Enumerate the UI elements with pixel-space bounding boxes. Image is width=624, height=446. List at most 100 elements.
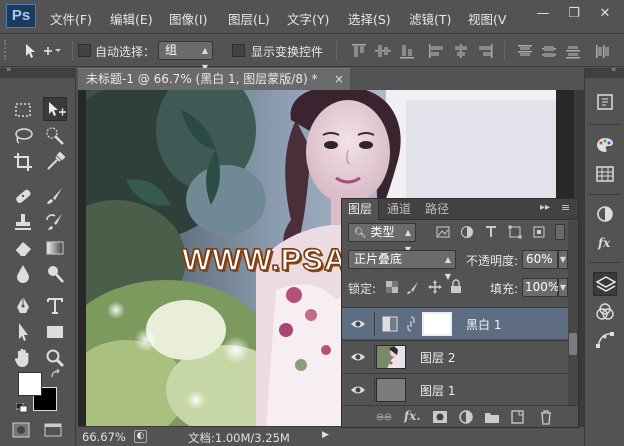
- restore-button[interactable]: ❐: [563, 4, 585, 24]
- lock-pixels-icon[interactable]: [406, 280, 420, 294]
- layers-panel-button[interactable]: [593, 272, 617, 296]
- new-adjustment-icon[interactable]: [458, 409, 474, 425]
- close-window-button[interactable]: ✕: [594, 4, 616, 24]
- zoom-tool[interactable]: [43, 346, 67, 370]
- quick-mask-icon[interactable]: [12, 422, 30, 438]
- distribute-top-icon[interactable]: [516, 43, 534, 59]
- healing-tool[interactable]: [11, 184, 35, 208]
- brush-tool[interactable]: [43, 184, 67, 208]
- pen-tool[interactable]: [11, 294, 35, 318]
- layer-thumbnail[interactable]: [376, 378, 406, 402]
- layer-style-fx-icon[interactable]: fx.: [404, 409, 421, 425]
- distribute-bottom-icon[interactable]: [564, 43, 582, 59]
- menu-type[interactable]: 文字(Y): [287, 9, 329, 28]
- zoom-level[interactable]: 66.67%: [82, 430, 126, 444]
- filter-toggle-switch[interactable]: [555, 224, 565, 240]
- lasso-tool[interactable]: [11, 124, 35, 148]
- swap-colors-icon[interactable]: [50, 368, 62, 378]
- align-top-icon[interactable]: [350, 43, 368, 59]
- menu-view[interactable]: 视图(V: [468, 9, 516, 28]
- blend-mode-dropdown[interactable]: 正片叠底 ▲ ▼: [348, 250, 456, 281]
- fill-slider-arrow-icon[interactable]: ▼: [558, 278, 568, 297]
- menu-image[interactable]: 图像(I): [169, 9, 207, 28]
- eyedropper-tool[interactable]: [43, 150, 67, 174]
- visibility-eye-icon[interactable]: [350, 383, 366, 397]
- filter-smart-object-icon[interactable]: [532, 225, 546, 239]
- stamp-tool[interactable]: [11, 210, 35, 234]
- filter-pixel-icon[interactable]: [436, 225, 450, 239]
- default-colors-icon[interactable]: [15, 402, 28, 413]
- adjustments-panel-button[interactable]: [593, 202, 617, 226]
- scrollbar-thumb[interactable]: [569, 333, 577, 355]
- styles-panel-button[interactable]: fx: [593, 230, 617, 254]
- close-document-icon[interactable]: ×: [334, 69, 344, 89]
- marquee-tool[interactable]: [11, 98, 35, 122]
- auto-select-checkbox[interactable]: [78, 44, 91, 57]
- quick-select-tool[interactable]: [43, 124, 67, 148]
- panel-menu-icon[interactable]: ≡: [561, 201, 570, 214]
- distribute-vcenter-icon[interactable]: [540, 43, 558, 59]
- menu-select[interactable]: 选择(S): [348, 9, 391, 28]
- align-right-icon[interactable]: [476, 43, 494, 59]
- collapse-icon[interactable]: »: [6, 65, 12, 75]
- align-vcenter-icon[interactable]: [374, 43, 392, 59]
- new-layer-icon[interactable]: [510, 409, 526, 425]
- channels-panel-button[interactable]: [593, 300, 617, 324]
- menu-filter[interactable]: 滤镜(T): [409, 9, 451, 28]
- dodge-tool[interactable]: [43, 262, 67, 286]
- show-transform-checkbox[interactable]: [232, 44, 245, 57]
- gradient-tool[interactable]: [43, 236, 67, 260]
- collapse-icon[interactable]: «: [611, 65, 617, 75]
- blur-tool[interactable]: [11, 262, 35, 286]
- move-tool[interactable]: [43, 97, 67, 121]
- filter-adjustment-icon[interactable]: [460, 225, 474, 239]
- history-panel-button[interactable]: [593, 90, 617, 114]
- layers-scrollbar[interactable]: [568, 221, 578, 405]
- rectangle-tool[interactable]: [43, 320, 67, 344]
- lock-transparent-icon[interactable]: [386, 281, 398, 293]
- opacity-field[interactable]: 60%: [522, 250, 558, 269]
- fill-field[interactable]: 100%: [522, 278, 559, 297]
- document-tab[interactable]: 未标题-1 @ 66.7% (黑白 1, 图层蒙版/8) * ×: [78, 68, 350, 90]
- delete-layer-icon[interactable]: [538, 409, 554, 425]
- status-menu-arrow-icon[interactable]: ▶: [322, 430, 329, 440]
- paths-panel-button[interactable]: [593, 328, 617, 352]
- hand-tool[interactable]: [11, 346, 35, 370]
- auto-select-target-dropdown[interactable]: 组 ▲▼: [158, 41, 213, 72]
- foreground-color-swatch[interactable]: [18, 372, 42, 396]
- minimize-button[interactable]: —: [532, 4, 554, 24]
- menu-file[interactable]: 文件(F): [50, 9, 92, 28]
- new-group-icon[interactable]: [484, 409, 500, 425]
- layer-filter-dropdown[interactable]: 🔍︎ 类型 ▲▼: [348, 223, 416, 254]
- history-brush-tool[interactable]: [43, 210, 67, 234]
- layer-row-layer1[interactable]: 图层 1: [342, 373, 568, 405]
- move-tool-preset-icon[interactable]: [22, 41, 62, 61]
- swatches-panel-button[interactable]: [593, 162, 617, 186]
- visibility-eye-icon[interactable]: [350, 317, 366, 331]
- distribute-left-icon[interactable]: [594, 43, 612, 59]
- filter-shape-icon[interactable]: [508, 225, 522, 239]
- opacity-slider-arrow-icon[interactable]: ▼: [558, 250, 568, 269]
- filter-type-icon[interactable]: [484, 225, 498, 239]
- tab-channels[interactable]: 通道: [381, 199, 417, 220]
- layer-row-layer2[interactable]: 图层 2: [342, 340, 568, 372]
- panel-collapse-icon[interactable]: ▸▸: [540, 202, 550, 213]
- lock-all-icon[interactable]: [450, 279, 462, 294]
- visibility-eye-icon[interactable]: [350, 350, 366, 364]
- tab-layers[interactable]: 图层: [342, 199, 380, 220]
- align-left-icon[interactable]: [428, 43, 446, 59]
- export-icon[interactable]: ◐: [134, 430, 147, 443]
- tab-paths[interactable]: 路径: [419, 199, 455, 220]
- path-select-tool[interactable]: [11, 320, 35, 344]
- eraser-tool[interactable]: [11, 236, 35, 260]
- menu-layer[interactable]: 图层(L): [228, 9, 270, 28]
- screen-mode-icon[interactable]: [44, 422, 62, 438]
- link-layers-icon[interactable]: [376, 409, 392, 425]
- crop-tool[interactable]: [11, 150, 35, 174]
- menu-edit[interactable]: 编辑(E): [110, 9, 153, 28]
- align-bottom-icon[interactable]: [398, 43, 416, 59]
- align-hcenter-icon[interactable]: [452, 43, 470, 59]
- tools-panel-header[interactable]: »: [0, 65, 76, 78]
- layer-mask-thumbnail[interactable]: [422, 312, 452, 336]
- chain-link-icon[interactable]: [406, 316, 416, 332]
